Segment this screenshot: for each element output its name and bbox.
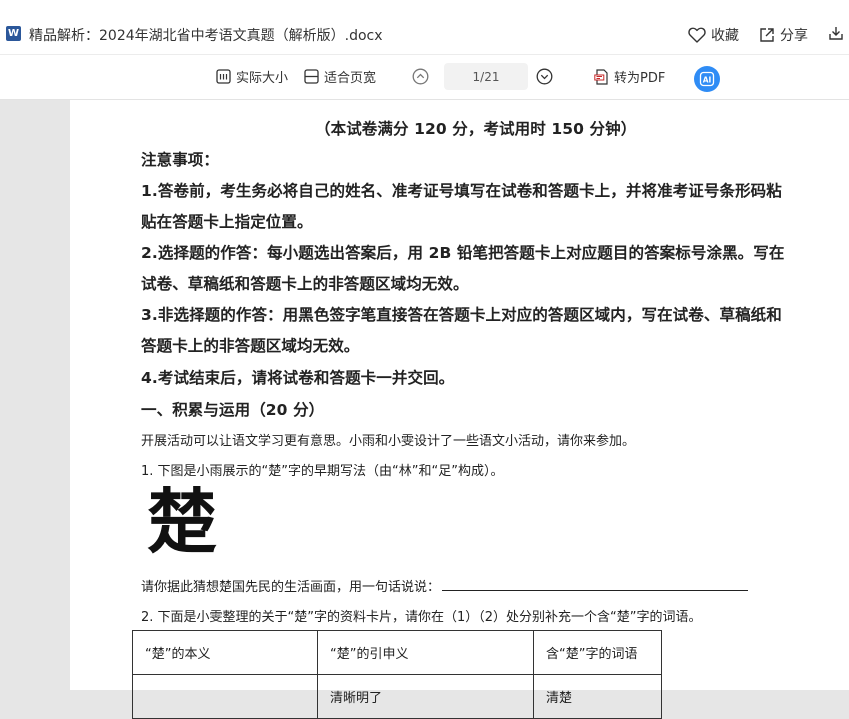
download-icon xyxy=(829,27,843,40)
table-header-cell: “楚”的引申义 xyxy=(317,630,534,675)
question-2: 2. 下面是小雯整理的关于“楚”字的资料卡片，请你在（1）（2）处分别补充一个含… xyxy=(141,610,702,625)
ai-assistant-button[interactable]: AI xyxy=(694,66,720,92)
chu-info-table: “楚”的本义 “楚”的引申义 含“楚”字的词语 清晰明了 清楚 xyxy=(132,630,662,719)
table-cell: 清楚 xyxy=(533,674,662,719)
chevron-up-icon xyxy=(412,68,429,85)
question-1-prompt: 请你据此猜想楚国先民的生活画面，用一句话说说： xyxy=(141,576,749,595)
notice-3-line-2: 答题卡上的非答题区域均无效。 xyxy=(141,337,360,355)
pdf-convert-icon xyxy=(594,68,608,85)
exam-info: （本试卷满分 120 分，考试用时 150 分钟） xyxy=(315,120,637,138)
notice-1-line-2: 贴在答题卡上指定位置。 xyxy=(141,213,313,231)
favorite-button[interactable]: 收藏 xyxy=(688,25,739,45)
notice-heading: 注意事项： xyxy=(141,151,220,169)
word-app-icon: W xyxy=(6,26,21,41)
document-title: 精品解析：2024年湖北省中考语文真题（解析版）.docx xyxy=(29,28,383,44)
toolbar: 实际大小 适合页宽 1/21 转为PDF xyxy=(0,55,849,100)
heart-icon xyxy=(688,27,706,43)
question-1: 1. 下图是小雨展示的“楚”字的早期写法（由“林”和“足”构成）。 xyxy=(141,464,504,479)
favorite-label: 收藏 xyxy=(711,28,739,44)
answer-blank xyxy=(442,578,749,591)
table-header-cell: “楚”的本义 xyxy=(132,630,318,675)
share-icon xyxy=(760,28,774,42)
title-bar: W 精品解析：2024年湖北省中考语文真题（解析版）.docx 收藏 分享 xyxy=(0,0,849,55)
actual-size-icon xyxy=(216,69,231,84)
share-button[interactable]: 分享 xyxy=(759,25,808,45)
chevron-down-icon xyxy=(536,68,553,85)
table-header-cell: 含“楚”字的词语 xyxy=(533,630,662,675)
question-1-prompt-text: 请你据此猜想楚国先民的生活画面，用一句话说说： xyxy=(141,580,441,595)
section-1-heading: 一、积累与运用（20 分） xyxy=(141,401,325,419)
share-label: 分享 xyxy=(780,28,808,44)
intro-paragraph: 开展活动可以让语文学习更有意思。小雨和小雯设计了一些语文小活动，请你来参加。 xyxy=(141,434,636,449)
chu-ancient-glyph-image: 楚 xyxy=(147,480,217,563)
fit-page-width-button[interactable]: 适合页宽 xyxy=(304,67,376,86)
notice-4: 4.考试结束后，请将试卷和答题卡一并交回。 xyxy=(141,369,455,387)
table-cell xyxy=(132,674,318,719)
notice-2-line-2: 试卷、草稿纸和答题卡上的非答题区域均无效。 xyxy=(141,275,469,293)
notice-1-line-1: 1.答卷前，考生务必将自己的姓名、准考证号填写在试卷和答题卡上，并将准考证号条形… xyxy=(141,182,782,200)
download-button[interactable] xyxy=(828,25,844,41)
actual-size-label: 实际大小 xyxy=(236,71,289,86)
page-indicator[interactable]: 1/21 xyxy=(444,63,528,90)
notice-2-line-1: 2.选择题的作答：每小题选出答案后，用 2B 铅笔把答题卡上对应题目的答案标号涂… xyxy=(141,244,785,262)
ai-icon-text: AI xyxy=(703,75,712,84)
previous-page-button[interactable] xyxy=(412,68,429,85)
convert-to-pdf-button[interactable]: 转为PDF xyxy=(594,67,665,86)
notice-3-line-1: 3.非选择题的作答：用黑色签字笔直接答在答题卡上对应的答题区域内，写在试卷、草稿… xyxy=(141,306,782,324)
next-page-button[interactable] xyxy=(536,68,553,85)
ai-icon: AI xyxy=(699,71,715,87)
table-row: 清晰明了 清楚 xyxy=(132,674,662,719)
table-row: “楚”的本义 “楚”的引申义 含“楚”字的词语 xyxy=(132,630,662,675)
fit-page-width-label: 适合页宽 xyxy=(324,71,377,86)
fit-width-icon xyxy=(304,69,319,84)
table-cell: 清晰明了 xyxy=(317,674,534,719)
actual-size-button[interactable]: 实际大小 xyxy=(216,67,288,86)
convert-to-pdf-label: 转为PDF xyxy=(614,71,666,86)
